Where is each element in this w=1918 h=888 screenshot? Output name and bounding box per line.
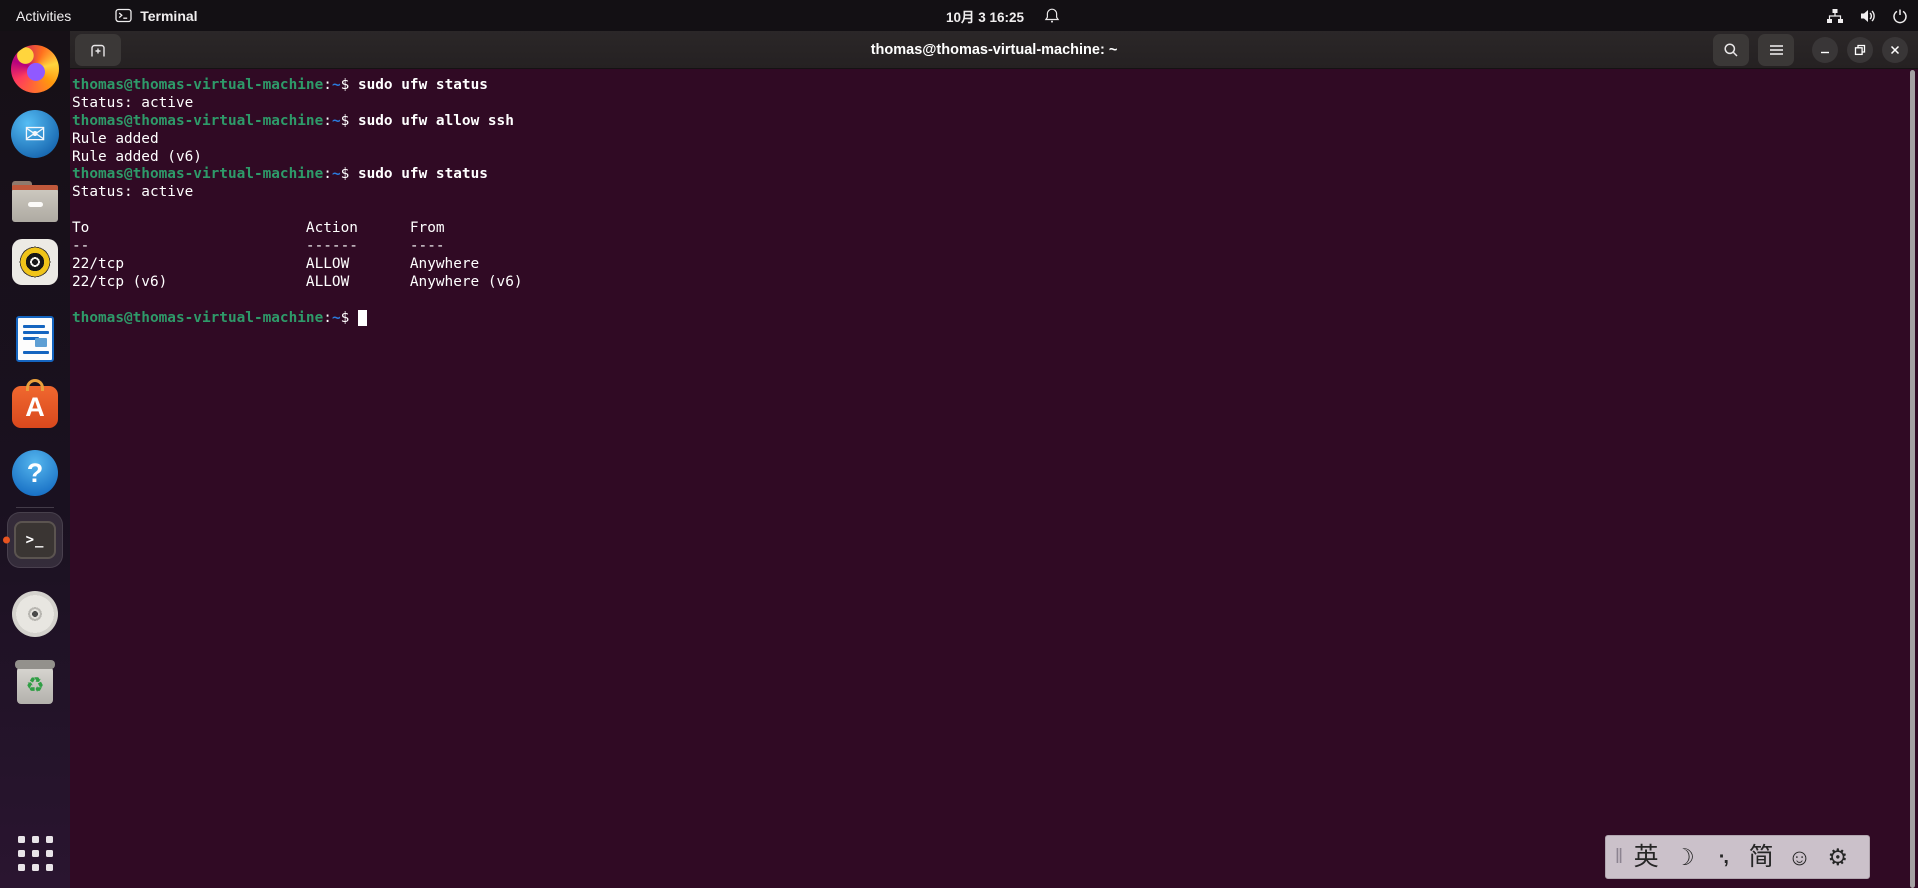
power-icon [1892,8,1908,24]
show-applications-button[interactable] [9,827,61,879]
headerbar: thomas@thomas-virtual-machine: ~ [70,31,1918,69]
ubuntu-software-icon: A [12,379,58,428]
menu-button[interactable] [1758,34,1794,66]
terminal-window: thomas@thomas-virtual-machine: ~ thomas@… [70,31,1918,888]
top-bar: Activities Terminal 10月 3 16:25 [0,0,1918,31]
close-button[interactable] [1882,37,1908,63]
clock-menu[interactable]: 10月 3 16:25 [946,0,1060,31]
clock-label: 10月 3 16:25 [946,9,1025,25]
help-icon: ? [12,450,58,496]
trash-icon: ♻ [15,660,55,704]
dock-item-thunderbird[interactable]: ✉ [9,108,61,160]
im-simplified-chinese-button[interactable]: 简 [1742,844,1780,870]
dock-item-trash[interactable]: ♻ [9,656,61,708]
dock-separator [16,507,54,508]
im-punctuation-button[interactable]: ·, [1704,847,1742,867]
focused-app-name: Terminal [140,7,198,24]
scrollbar-thumb[interactable] [1910,70,1915,888]
thunderbird-icon: ✉ [11,110,59,158]
terminal-output: thomas@thomas-virtual-machine:~$ sudo uf… [72,77,523,326]
activities-button[interactable]: Activities [0,0,87,31]
im-drag-handle[interactable]: ‖ [1611,846,1627,869]
search-button[interactable] [1713,34,1749,66]
dock-item-rhythmbox[interactable] [9,236,61,288]
cd-disc-icon [12,591,58,637]
files-icon [12,181,58,222]
app-grid-icon [17,835,53,871]
firefox-icon [11,45,59,93]
im-settings-button[interactable]: ⚙ [1819,845,1857,869]
rhythmbox-icon [12,239,58,285]
dock: ✉ A ? >_ ♻ [0,31,70,888]
minimize-button[interactable] [1812,37,1838,63]
window-title: thomas@thomas-virtual-machine: ~ [870,41,1118,58]
im-lang-mode-button[interactable]: 英 [1627,844,1665,870]
scrollbar [1910,70,1916,888]
new-tab-button[interactable] [75,34,121,66]
dock-item-cd-disc[interactable] [9,588,61,640]
terminal-app-icon [115,8,132,23]
dock-item-terminal[interactable]: >_ [7,512,63,568]
desktop: Activities Terminal 10月 3 16:25 ✉ A ? >_… [0,0,1918,888]
im-emoji-button[interactable]: ☺ [1780,845,1818,869]
im-fullwidth-moon-button[interactable]: ☽ [1665,845,1703,869]
dock-item-help[interactable]: ? [9,447,61,499]
system-menu[interactable] [1826,0,1908,31]
notification-bell-icon [1044,7,1060,24]
terminal-icon: >_ [14,521,56,559]
terminal-screen[interactable]: thomas@thomas-virtual-machine:~$ sudo uf… [70,69,1918,888]
focused-app-indicator[interactable]: Terminal [115,7,198,24]
input-method-panel: ‖ 英 ☽ ·, 简 ☺ ⚙ [1605,835,1870,879]
dock-item-ubuntu-software[interactable]: A [9,378,61,430]
volume-icon [1859,8,1877,24]
restore-button[interactable] [1847,37,1873,63]
dock-item-firefox[interactable] [9,43,61,95]
network-wired-icon [1826,8,1844,24]
libreoffice-writer-icon [16,316,54,362]
running-indicator-dot [3,536,10,544]
dock-item-files[interactable] [9,178,61,230]
dock-item-libreoffice-writer[interactable] [9,313,61,365]
